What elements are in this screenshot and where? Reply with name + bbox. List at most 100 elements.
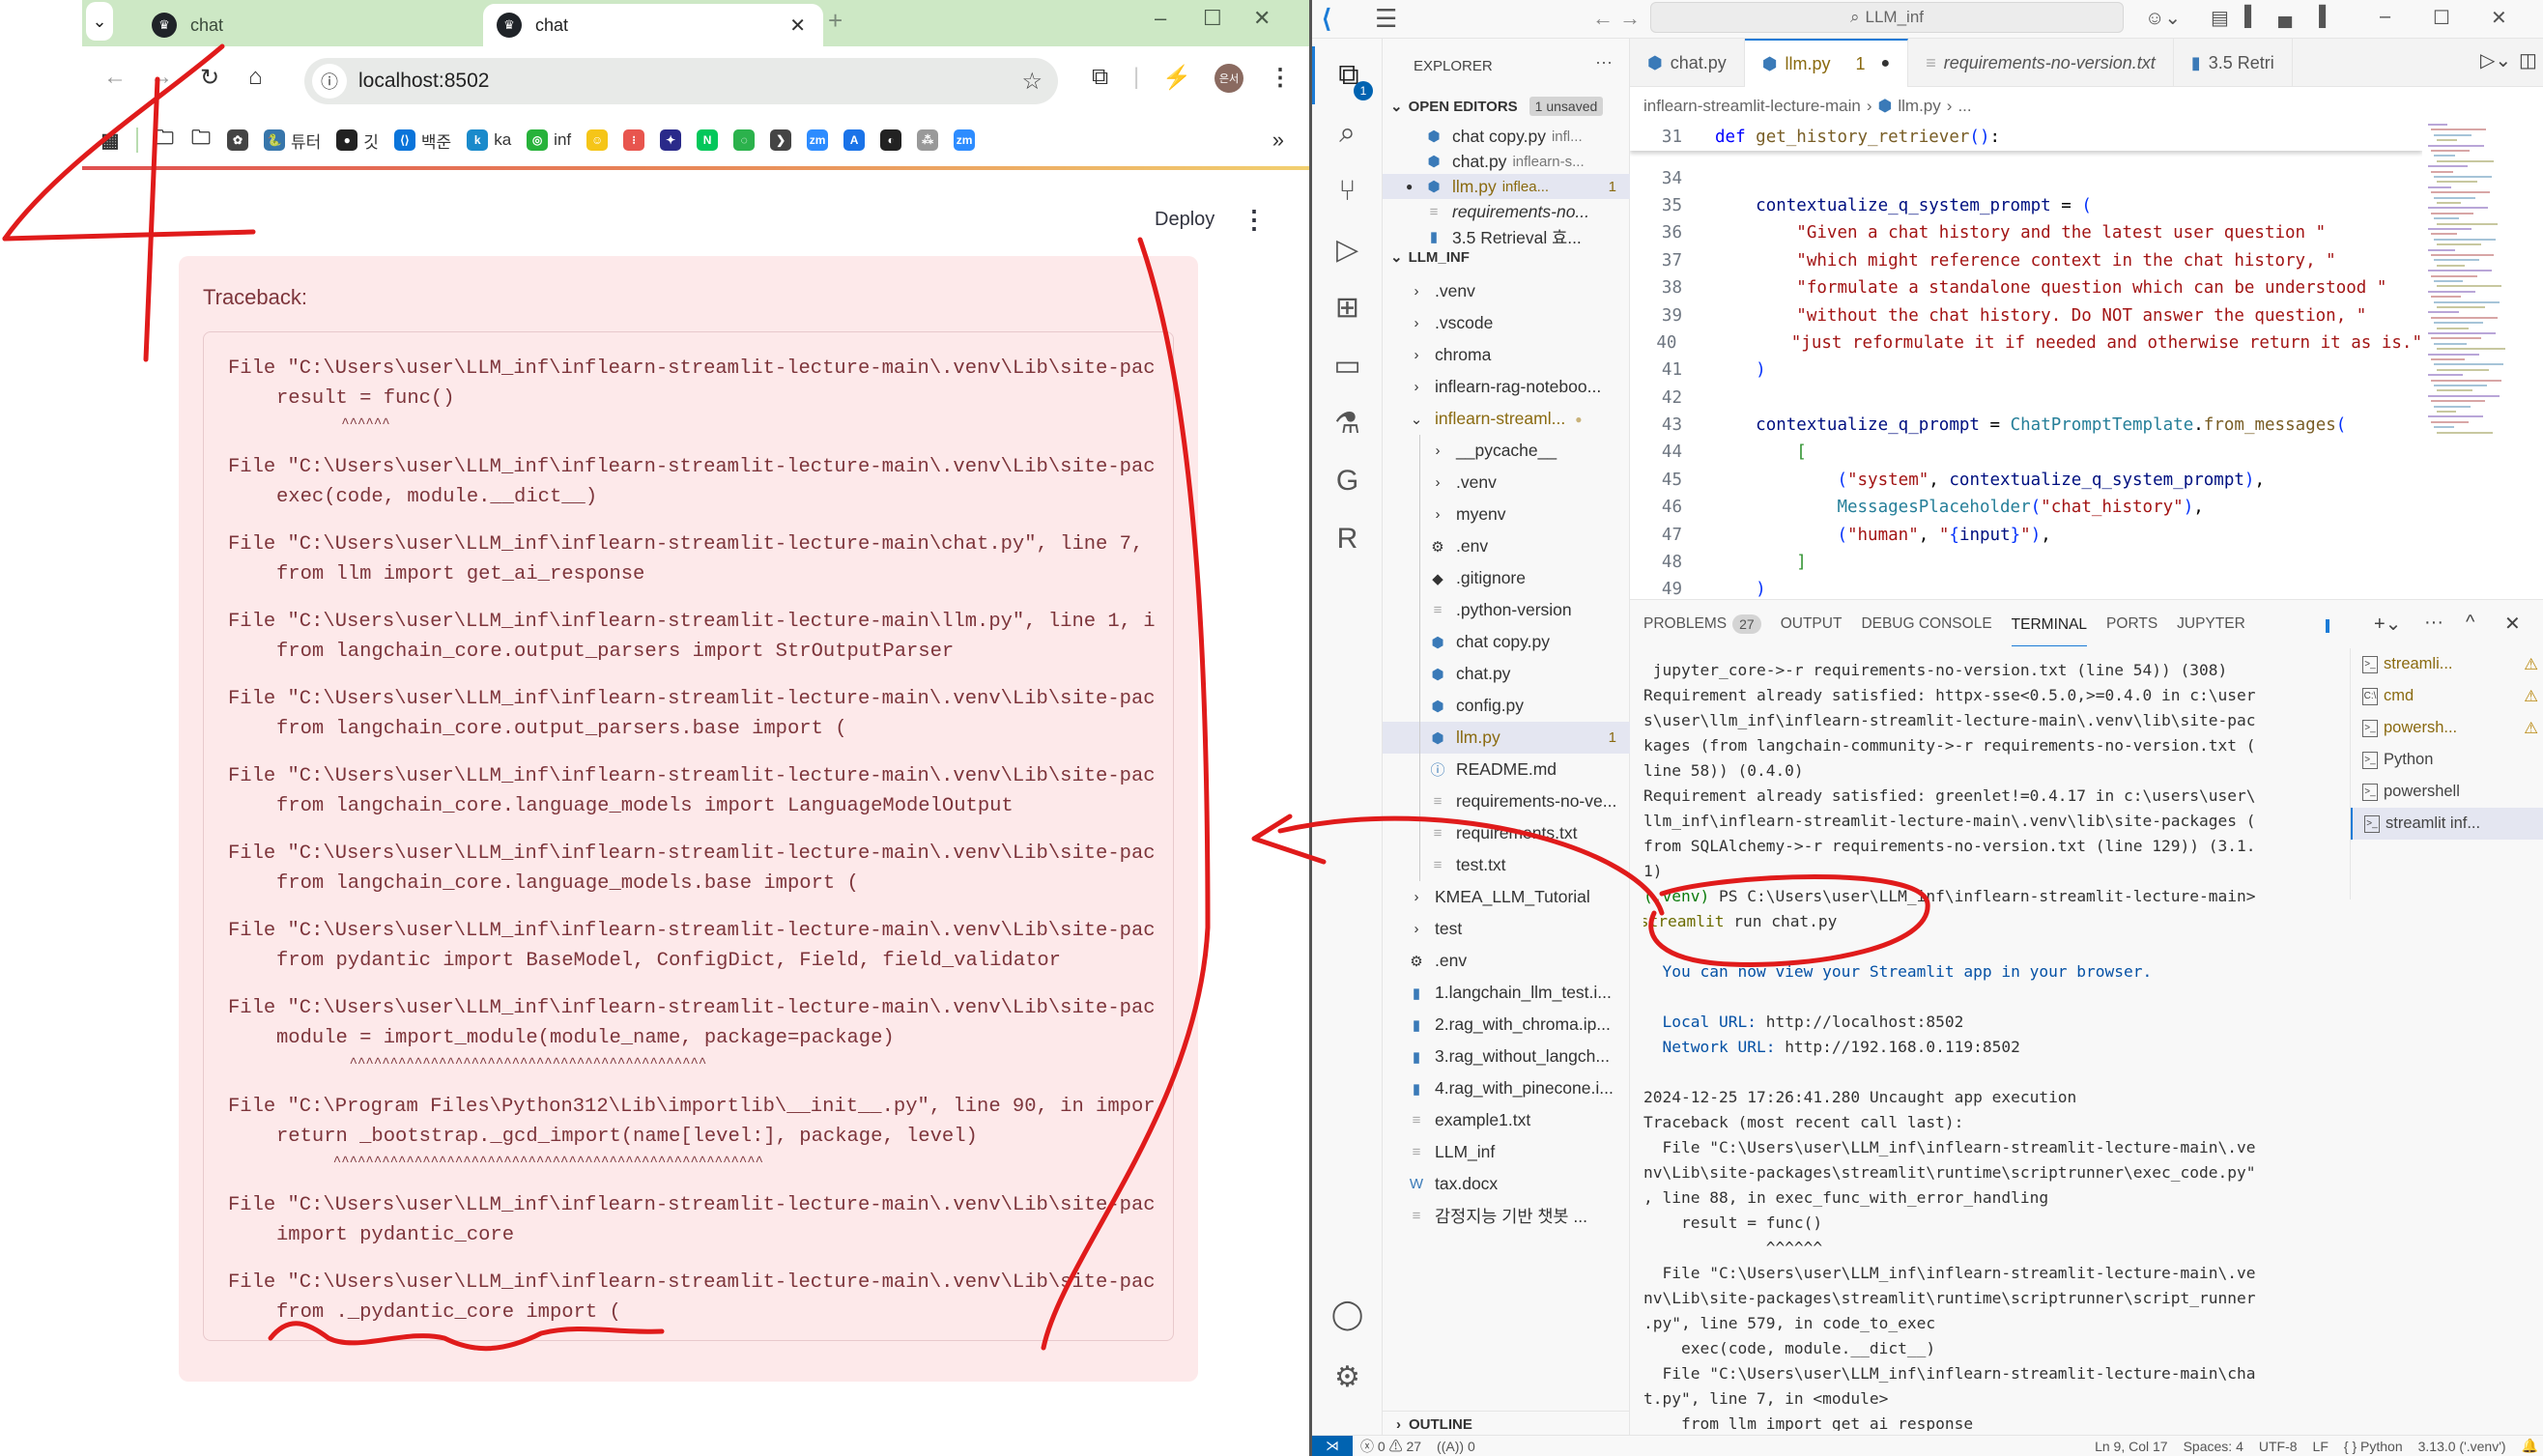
encoding[interactable]: UTF-8 xyxy=(2251,1439,2305,1454)
bookmark-item[interactable]: ◎ inf xyxy=(527,129,571,151)
browser-tab-active[interactable]: ♛ chat ✕ xyxy=(483,4,823,46)
url-text[interactable]: localhost:8502 xyxy=(358,70,489,93)
streamlit-main-menu-icon[interactable]: ⋮ xyxy=(1242,205,1267,235)
breadcrumb-item[interactable]: llm.py xyxy=(1898,97,1940,116)
bookmark-item[interactable]: k ka xyxy=(467,129,511,151)
new-terminal-icon[interactable]: +⌄ xyxy=(2374,612,2401,636)
terminal-instance[interactable]: >_ streamli... ⚠ xyxy=(2351,648,2543,680)
tree-item[interactable]: › inflearn-rag-noteboo... xyxy=(1383,371,1630,403)
customize-layout-icon[interactable]: ▤ xyxy=(2211,6,2229,30)
copilot-icon[interactable]: ☺⌄ xyxy=(2145,6,2181,30)
tree-item[interactable]: ⚙ .env xyxy=(1383,945,1630,977)
bookmark-item[interactable]: 🐍 튜터 xyxy=(264,128,321,153)
panel-tab[interactable]: OUTPUT xyxy=(1781,600,1862,648)
open-editor-item[interactable]: ● ⬢ llm.py inflea... 1 xyxy=(1383,174,1630,199)
open-editor-item[interactable]: ≡ requirements-no... xyxy=(1383,199,1630,224)
minimize-icon[interactable]: – xyxy=(2380,6,2390,28)
tree-item[interactable]: ⌄ inflearn-streaml... ● xyxy=(1383,403,1630,435)
bookmark-item[interactable]: ▦ xyxy=(100,129,121,152)
run-python-icon[interactable]: ▷⌄ xyxy=(2480,48,2511,72)
tree-item[interactable]: › test xyxy=(1383,913,1630,945)
extensions-icon[interactable]: ⧉ xyxy=(1092,64,1108,91)
tree-item[interactable]: Wtax.docx xyxy=(1383,1168,1630,1200)
more-actions-icon[interactable]: ··· xyxy=(1595,52,1613,72)
notifications-bell-icon[interactable]: 🔔 xyxy=(2514,1438,2543,1454)
bookmark-item[interactable]: ❯ xyxy=(770,129,792,151)
tree-item[interactable]: ≡ 감정지능 기반 챗봇 ... xyxy=(1383,1200,1630,1232)
open-editor-item[interactable]: ⬢ chat copy.py infl... xyxy=(1383,124,1630,149)
workspace-header[interactable]: ⌄ LLM_INF xyxy=(1390,248,1470,267)
editor-tab[interactable]: ⬢ llm.py 1 ● xyxy=(1744,39,1909,87)
more-actions-icon[interactable]: ··· xyxy=(2424,612,2443,634)
testing-flask-icon[interactable]: ⚗ xyxy=(1312,394,1383,452)
bookmark-item[interactable]: 🗀 xyxy=(190,128,212,151)
site-info-icon[interactable]: ⓘ xyxy=(312,64,347,99)
open-editors-header[interactable]: ⌄ OPEN EDITORS 1 unsaved xyxy=(1390,97,1604,116)
url-value[interactable]: http://localhost:8502 xyxy=(1766,1013,1964,1031)
command-center[interactable]: ⌕ LLM_inf xyxy=(1650,2,2124,33)
breadcrumb-item[interactable]: ... xyxy=(1957,97,1971,116)
unsaved-dot-icon[interactable]: ● xyxy=(1881,55,1891,72)
terminal-instance[interactable]: C:\ cmd ⚠ xyxy=(2351,680,2543,712)
run-debug-icon[interactable]: ▷ xyxy=(1312,220,1383,278)
terminal-instance[interactable]: >_ streamlit inf... xyxy=(2351,808,2543,840)
explorer-icon[interactable]: ⧉ 1 xyxy=(1312,46,1383,104)
breadcrumb-item[interactable]: inflearn-streamlit-lecture-main xyxy=(1643,97,1861,116)
cursor-position[interactable]: Ln 9, Col 17 xyxy=(2087,1439,2176,1454)
panel-tab[interactable]: DEBUG CONSOLE xyxy=(1861,600,2011,648)
address-bar[interactable]: ⓘ localhost:8502 ☆ xyxy=(304,58,1058,104)
ports-status[interactable]: ((A)) 0 xyxy=(1429,1439,1483,1454)
bookmark-item[interactable]: ⟨⟩ 백준 xyxy=(393,128,451,153)
reload-icon[interactable]: ↻ xyxy=(200,64,219,92)
minimap[interactable] xyxy=(2422,124,2505,443)
accounts-icon[interactable]: ◯ xyxy=(1312,1285,1383,1343)
bookmark-item[interactable]: ✿ xyxy=(227,129,248,151)
python-interpreter[interactable]: 3.13.0 ('.venv') xyxy=(2411,1439,2514,1454)
tree-item[interactable]: › .vscode xyxy=(1383,307,1630,339)
extensions-icon[interactable]: ⊞ xyxy=(1312,278,1383,336)
problems-status[interactable]: ⓧ 0 ⚠ 27 xyxy=(1353,1437,1429,1456)
editor-tab[interactable]: ▮ 3.5 Retri xyxy=(2174,39,2293,87)
open-editor-item[interactable]: ▮ 3.5 Retrieval 효... xyxy=(1383,224,1630,249)
bookmark-item[interactable]: ● 깃 xyxy=(336,128,379,153)
bookmark-item[interactable]: ⁂ xyxy=(917,129,939,151)
tree-item[interactable]: ≡ LLM_inf xyxy=(1383,1136,1630,1168)
close-panel-icon[interactable]: ✕ xyxy=(2504,612,2521,636)
remote-explorer-icon[interactable]: ▭ xyxy=(1312,336,1383,394)
code-editor[interactable]: 31 def get_history_retriever(): 34 35 conte… xyxy=(1630,124,2422,599)
search-icon[interactable]: ⌕ xyxy=(1312,104,1383,162)
bookmark-item[interactable]: ◌ xyxy=(733,129,756,151)
bookmark-item[interactable]: A xyxy=(843,129,866,151)
nav-forward-icon[interactable]: → xyxy=(1619,6,1641,31)
maximize-icon[interactable]: ☐ xyxy=(2433,6,2450,30)
bookmark-item[interactable]: ◐ xyxy=(880,129,902,151)
bookmark-item[interactable]: zm xyxy=(954,129,976,151)
toggle-panel-icon[interactable]: ▄ xyxy=(2278,6,2292,28)
bookmark-item[interactable]: 🗀 xyxy=(154,128,175,151)
panel-tab[interactable]: PROBLEMS 27 xyxy=(1643,600,1781,648)
maximize-panel-icon[interactable]: ^ xyxy=(2466,612,2474,634)
split-editor-icon[interactable]: ◫ xyxy=(2519,48,2537,72)
forward-arrow-icon[interactable]: → xyxy=(150,64,173,91)
gitlens-icon[interactable]: G xyxy=(1312,452,1383,510)
menu-icon[interactable]: ☰ xyxy=(1375,4,1397,34)
close-tab-icon[interactable]: ✕ xyxy=(789,14,806,38)
tab-search-button[interactable]: ⌄ xyxy=(86,2,113,41)
minimize-icon[interactable]: – xyxy=(1155,6,1166,31)
back-arrow-icon[interactable]: ← xyxy=(103,64,127,91)
r-extension-icon[interactable]: R xyxy=(1312,510,1383,568)
toggle-sidebar-icon[interactable]: ▌ xyxy=(2244,6,2258,28)
source-control-icon[interactable]: ⑂ xyxy=(1312,162,1383,220)
tree-item[interactable]: ▮ 4.rag_with_pinecone.i... xyxy=(1383,1072,1630,1104)
tree-item[interactable]: › KMEA_LLM_Tutorial xyxy=(1383,881,1630,913)
editor-tab[interactable]: ≡ requirements-no-version.txt xyxy=(1908,39,2174,87)
remote-indicator-icon[interactable]: ⋊ xyxy=(1312,1435,1353,1456)
open-editor-item[interactable]: ⬢ chat.py inflearn-s... xyxy=(1383,149,1630,174)
terminal-scrollbar[interactable] xyxy=(2326,619,2329,633)
toggle-secondary-sidebar-icon[interactable]: ▐ xyxy=(2312,6,2326,28)
profile-avatar[interactable]: 은서 xyxy=(1214,64,1243,93)
bookmark-item[interactable]: ⁝ xyxy=(623,129,645,151)
browser-menu-icon[interactable]: ⋮ xyxy=(1269,64,1292,92)
outline-section[interactable]: › OUTLINE xyxy=(1383,1411,1630,1438)
nav-back-icon[interactable]: ← xyxy=(1592,6,1614,31)
